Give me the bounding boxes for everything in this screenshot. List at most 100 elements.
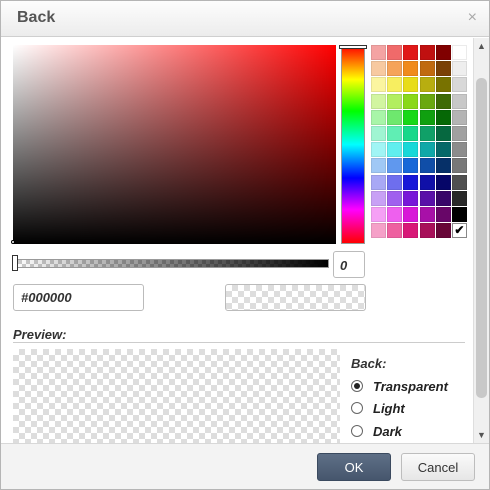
color-swatch[interactable] [435,206,451,222]
hue-slider-handle[interactable] [339,45,367,49]
color-swatch[interactable] [419,109,435,125]
hex-color-input[interactable] [13,284,144,311]
color-swatch[interactable] [451,93,467,109]
color-swatch[interactable] [387,190,403,206]
color-swatch[interactable] [387,223,403,239]
color-swatch[interactable] [371,109,386,125]
color-swatch[interactable] [371,190,386,206]
color-swatch[interactable] [451,158,467,174]
color-swatch[interactable] [419,142,435,158]
color-swatch[interactable] [387,206,403,222]
color-swatch[interactable] [371,45,386,60]
color-swatch[interactable] [451,45,467,60]
preview-heading: Preview: [13,327,67,342]
color-swatch[interactable] [451,61,467,77]
color-swatch[interactable] [403,174,419,190]
color-swatch[interactable] [435,223,451,239]
color-swatch[interactable] [387,109,403,125]
alpha-value-field[interactable]: 0 [333,251,365,278]
color-swatch[interactable] [403,223,419,239]
color-swatch[interactable] [371,206,386,222]
color-swatch[interactable] [387,77,403,93]
color-swatch[interactable] [419,206,435,222]
color-swatch[interactable] [435,142,451,158]
alpha-slider-handle[interactable] [12,255,18,271]
color-swatch[interactable] [403,45,419,60]
radio-light-label: Light [373,400,405,416]
close-icon[interactable]: × [468,9,477,27]
scroll-down-arrow-icon[interactable]: ▼ [474,427,489,443]
color-swatch[interactable] [371,125,386,141]
back-option-light[interactable]: Light [351,399,405,417]
cancel-button[interactable]: Cancel [401,453,475,481]
color-swatch[interactable] [403,142,419,158]
color-swatch[interactable] [403,109,419,125]
vertical-scrollbar[interactable]: ▲ ▼ [473,38,489,443]
color-swatch[interactable] [403,61,419,77]
color-swatch[interactable] [435,190,451,206]
color-swatch[interactable] [387,45,403,60]
radio-transparent[interactable] [351,380,363,392]
color-swatch[interactable] [371,77,386,93]
color-swatch[interactable] [435,93,451,109]
color-swatch[interactable] [435,109,451,125]
scroll-up-arrow-icon[interactable]: ▲ [474,38,489,54]
color-swatch[interactable] [451,125,467,141]
color-swatch[interactable] [371,61,386,77]
color-swatch[interactable] [387,93,403,109]
back-option-transparent[interactable]: Transparent [351,377,448,395]
color-swatch[interactable] [403,206,419,222]
color-swatch-grid: ✔ [371,45,467,239]
radio-dark[interactable] [351,425,363,437]
color-swatch[interactable] [387,125,403,141]
color-swatch[interactable] [451,142,467,158]
color-swatch[interactable] [403,77,419,93]
color-swatch[interactable] [419,45,435,60]
saturation-value-area[interactable] [13,45,336,244]
color-swatch[interactable] [387,61,403,77]
dialog-titlebar: Back × [1,1,489,37]
color-swatch[interactable] [419,223,435,239]
color-swatch[interactable] [451,77,467,93]
scrollbar-thumb[interactable] [476,78,487,398]
color-swatch[interactable] [419,158,435,174]
color-swatch[interactable] [403,158,419,174]
preview-area [13,349,340,443]
color-swatch[interactable] [371,223,386,239]
color-swatch[interactable] [419,61,435,77]
color-swatch[interactable] [371,174,386,190]
color-swatch[interactable] [451,174,467,190]
color-swatch[interactable] [419,93,435,109]
color-swatch[interactable] [451,109,467,125]
color-swatch[interactable] [371,93,386,109]
radio-transparent-label: Transparent [373,378,448,394]
color-swatch[interactable] [419,190,435,206]
color-swatch[interactable] [371,158,386,174]
color-swatch[interactable] [419,125,435,141]
color-swatch[interactable] [419,77,435,93]
color-swatch[interactable] [403,93,419,109]
color-swatch[interactable] [387,142,403,158]
color-swatch[interactable] [387,158,403,174]
color-swatch[interactable] [435,125,451,141]
color-swatch[interactable] [451,206,467,222]
radio-light[interactable] [351,402,363,414]
color-swatch[interactable] [371,142,386,158]
swatch-selected-check-icon[interactable]: ✔ [451,223,467,239]
color-swatch[interactable] [387,174,403,190]
color-swatch[interactable] [403,125,419,141]
color-swatch[interactable] [435,174,451,190]
color-swatch[interactable] [435,61,451,77]
saturation-value-marker[interactable] [11,240,15,244]
hue-slider[interactable] [341,45,365,244]
color-swatch[interactable] [435,77,451,93]
alpha-slider[interactable] [13,259,329,268]
color-swatch[interactable] [435,158,451,174]
color-swatch[interactable] [451,190,467,206]
color-swatch[interactable] [403,190,419,206]
ok-button[interactable]: OK [317,453,391,481]
color-swatch[interactable] [419,174,435,190]
color-swatch[interactable] [435,45,451,60]
back-option-dark[interactable]: Dark [351,422,402,440]
color-picker-dialog: Back × ✔ 0 Preview: Back: Transparent Li… [0,0,490,490]
